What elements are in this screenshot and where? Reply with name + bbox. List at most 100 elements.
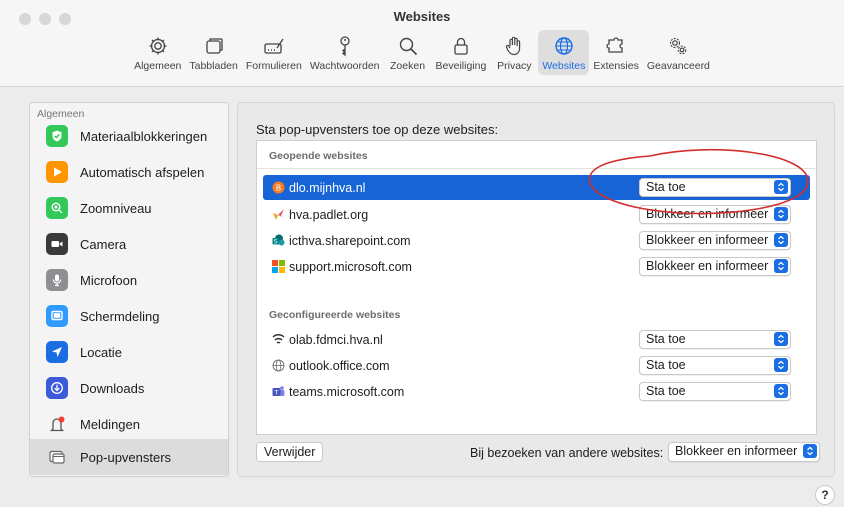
sidebar-item-label: Meldingen [80, 416, 140, 432]
tab-label: Wachtwoorden [309, 60, 380, 72]
download-icon [46, 377, 68, 399]
sidebar-item-downloads[interactable]: Downloads [30, 370, 228, 406]
website-row-outlook[interactable]: outlook.office.com Sta toe [263, 353, 810, 378]
chevron-updown-icon [774, 233, 788, 247]
sidebar-item-label: Schermdeling [80, 308, 160, 324]
sidebar-item-microfoon[interactable]: Microfoon [30, 262, 228, 298]
website-name: olab.fdmci.hva.nl [289, 333, 383, 347]
website-name: outlook.office.com [289, 359, 390, 373]
website-setting-select[interactable]: Blokkeer en informeer [639, 257, 791, 276]
key-icon [340, 36, 350, 57]
website-row-padlet[interactable]: hva.padlet.org Blokkeer en informeer [263, 202, 810, 227]
sidebar-item-schermdeling[interactable]: Schermdeling [30, 298, 228, 334]
svg-text:B: B [276, 184, 282, 193]
window-title: Websites [393, 9, 451, 24]
chevron-updown-icon [774, 332, 788, 346]
lock-icon [454, 37, 468, 55]
select-value: Blokkeer en informeer [675, 444, 798, 458]
globe-icon [555, 37, 573, 55]
olab-icon [272, 334, 285, 344]
sharepoint-icon: S [272, 234, 285, 246]
website-setting-select[interactable]: Blokkeer en informeer [639, 231, 791, 250]
svg-text:T: T [274, 389, 279, 397]
open-websites-header: Geopende websites [269, 150, 368, 162]
tab-websites[interactable]: Websites [538, 30, 590, 75]
sidebar-item-camera[interactable]: Camera [30, 226, 228, 262]
tab-geavanceerd[interactable]: Geavanceerd [643, 30, 714, 75]
sidebar-item-meldingen[interactable]: Meldingen [30, 406, 228, 442]
sidebar-item-zoomniveau[interactable]: Zoomniveau [30, 190, 228, 226]
tab-extensies[interactable]: Extensies [589, 30, 643, 75]
teams-icon: T [272, 386, 285, 397]
tab-wachtwoorden[interactable]: Wachtwoorden [306, 30, 384, 75]
website-row-dlo[interactable]: B dlo.mijnhva.nl Sta toe [263, 175, 810, 200]
select-value: Blokkeer en informeer [646, 259, 769, 273]
tab-beveiliging[interactable]: Beveiliging [432, 30, 491, 75]
sidebar-item-label: Camera [80, 236, 127, 252]
tab-label: Zoeken [390, 60, 426, 72]
hand-icon [506, 36, 521, 56]
tabs-icon [205, 38, 223, 54]
tab-label: Geavanceerd [646, 60, 710, 72]
microsoft-icon [272, 260, 285, 273]
select-value: Sta toe [646, 384, 686, 398]
sidebar: Algemeen Materiaalblokkeringen Automatis… [29, 102, 229, 477]
tab-label: Algemeen [134, 60, 182, 72]
select-value: Sta toe [646, 332, 686, 346]
tab-privacy[interactable]: Privacy [490, 30, 538, 75]
configured-websites-header: Geconfigureerde websites [269, 309, 401, 321]
screen-share-icon [46, 305, 68, 327]
sidebar-item-label: Locatie [80, 344, 122, 360]
sidebar-item-locatie[interactable]: Locatie [30, 334, 228, 370]
zoom-icon [46, 197, 68, 219]
website-name: hva.padlet.org [289, 208, 369, 222]
gears-icon [670, 37, 687, 55]
website-setting-select[interactable]: Sta toe [639, 178, 791, 197]
website-row-teams[interactable]: T teams.microsoft.com Sta toe [263, 379, 810, 404]
titlebar: Websites Algemeen Tabbladen Formulieren … [0, 0, 844, 87]
tab-label: Beveiliging [435, 60, 487, 72]
website-setting-select[interactable]: Sta toe [639, 382, 791, 401]
tab-tabbladen[interactable]: Tabbladen [185, 30, 241, 75]
svg-text:S: S [274, 238, 278, 245]
tab-zoeken[interactable]: Zoeken [384, 30, 432, 75]
website-name: icthva.sharepoint.com [289, 234, 411, 248]
websites-list: Geopende websites B dlo.mijnhva.nl Sta t… [256, 140, 817, 435]
other-websites-label: Bij bezoeken van andere websites: [470, 446, 664, 460]
website-setting-select[interactable]: Blokkeer en informeer [639, 205, 791, 224]
website-name: dlo.mijnhva.nl [289, 181, 366, 195]
website-row-olab[interactable]: olab.fdmci.hva.nl Sta toe [263, 327, 810, 352]
help-button[interactable]: ? [815, 485, 835, 505]
sidebar-item-label: Zoomniveau [80, 200, 152, 216]
tab-label: Websites [542, 60, 586, 72]
sidebar-item-pop-upvensters[interactable]: Pop-upvensters [30, 439, 228, 475]
camera-icon [46, 233, 68, 255]
website-row-sharepoint[interactable]: S icthva.sharepoint.com Blokkeer en info… [263, 228, 810, 253]
pane-heading: Sta pop-upvensters toe op deze websites: [256, 122, 499, 137]
globe-icon [272, 359, 285, 372]
remove-button[interactable]: Verwijder [256, 442, 324, 462]
sidebar-item-label: Downloads [80, 380, 145, 396]
website-name: teams.microsoft.com [289, 385, 405, 399]
other-websites-select[interactable]: Blokkeer en informeer [668, 442, 820, 462]
chevron-updown-icon [774, 358, 788, 372]
gear-icon [149, 37, 167, 55]
website-row-microsoft-support[interactable]: support.microsoft.com Blokkeer en inform… [263, 254, 810, 279]
select-value: Sta toe [646, 358, 686, 372]
sidebar-item-label: Pop-upvensters [80, 449, 172, 465]
website-setting-select[interactable]: Sta toe [639, 330, 791, 349]
notification-icon [46, 413, 68, 435]
padlet-icon [273, 209, 284, 220]
microphone-icon [46, 269, 68, 291]
tab-algemeen[interactable]: Algemeen [130, 30, 185, 75]
chevron-updown-icon [803, 444, 817, 458]
sidebar-item-automatisch-afspelen[interactable]: Automatisch afspelen [30, 154, 228, 190]
divider [257, 168, 816, 169]
tab-label: Privacy [497, 60, 532, 72]
sidebar-item-materiaalblokkeringen[interactable]: Materiaalblokkeringen [30, 118, 228, 154]
website-setting-select[interactable]: Sta toe [639, 356, 791, 375]
popup-settings-pane: Sta pop-upvensters toe op deze websites:… [237, 102, 835, 477]
select-value: Sta toe [646, 180, 686, 194]
tab-formulieren[interactable]: Formulieren [242, 30, 306, 75]
tab-label: Tabbladen [189, 60, 238, 72]
